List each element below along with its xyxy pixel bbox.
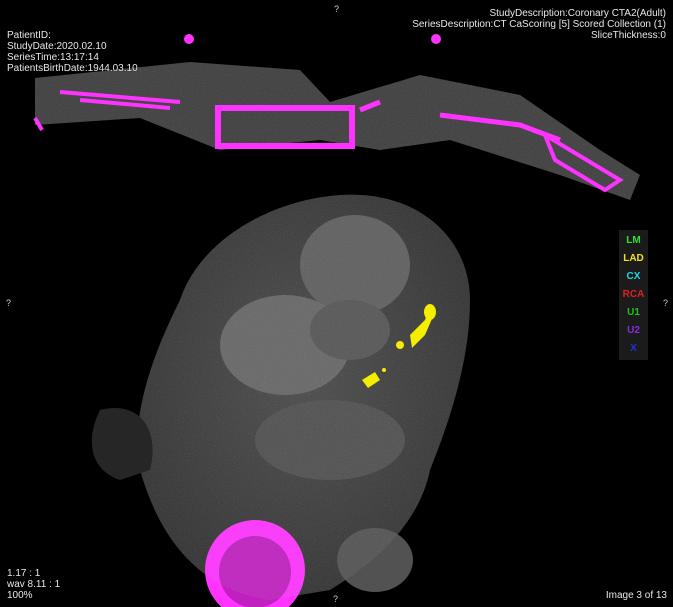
- series-time: SeriesTime:13:17:14: [7, 52, 99, 63]
- orientation-bottom: ?: [333, 594, 339, 604]
- series-description: SeriesDescription:CT CaScoring [5] Score…: [412, 19, 666, 30]
- artery-legend: LM LAD CX RCA U1 U2 X: [619, 230, 648, 360]
- legend-item-lm[interactable]: LM: [619, 232, 648, 250]
- legend-item-u2[interactable]: U2: [619, 322, 648, 340]
- legend-item-x[interactable]: X: [619, 340, 648, 358]
- legend-item-rca[interactable]: RCA: [619, 286, 648, 304]
- study-date: StudyDate:2020.02.10: [7, 41, 107, 52]
- window-ratio: wav 8.11 : 1: [7, 579, 61, 590]
- patient-birth-date: PatientsBirthDate:1944.03.10: [7, 63, 138, 74]
- orientation-right: ?: [663, 298, 669, 308]
- legend-item-cx[interactable]: CX: [619, 268, 648, 286]
- patient-info-overlay: PatientID: StudyDate:2020.02.10 SeriesTi…: [7, 30, 138, 74]
- ct-image-viewport[interactable]: ? ? ? ? PatientID: StudyDate:2020.02.10 …: [0, 0, 673, 607]
- zoom-ratio: 1.17 : 1: [7, 568, 41, 579]
- legend-item-lad[interactable]: LAD: [619, 250, 648, 268]
- legend-item-u1[interactable]: U1: [619, 304, 648, 322]
- study-description: StudyDescription:Coronary CTA2(Adult): [489, 8, 666, 19]
- zoom-percent: 100%: [7, 590, 33, 601]
- orientation-left: ?: [6, 298, 12, 308]
- patient-id: PatientID:: [7, 30, 51, 41]
- zoom-info-overlay: 1.17 : 1 wav 8.11 : 1 100%: [7, 568, 60, 601]
- orientation-top: ?: [334, 4, 340, 14]
- image-index: Image 3 of 13: [605, 590, 667, 601]
- study-info-overlay: StudyDescription:Coronary CTA2(Adult) Se…: [412, 8, 666, 41]
- ct-scan-image: [33, 34, 640, 607]
- slice-thickness: SliceThickness:0: [590, 30, 666, 41]
